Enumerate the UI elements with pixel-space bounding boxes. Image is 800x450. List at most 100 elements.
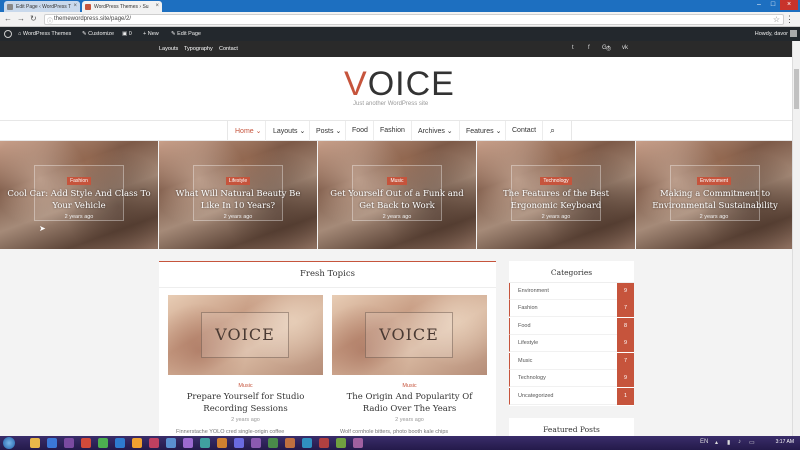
page-info-icon[interactable]: ⓘ <box>47 16 53 25</box>
battery-icon[interactable]: ▭ <box>749 439 755 446</box>
app-icon[interactable] <box>166 438 176 448</box>
category-item-environment[interactable]: Environment 9 <box>509 283 634 300</box>
nav-item-archives[interactable]: Archives ⌄ <box>418 127 453 135</box>
app-icon[interactable] <box>183 438 193 448</box>
category-name[interactable]: Music <box>518 358 532 364</box>
chrome-icon[interactable] <box>98 438 108 448</box>
volume-icon[interactable]: ♪ <box>738 439 741 445</box>
app-icon[interactable] <box>319 438 329 448</box>
url-input[interactable]: ⓘ themewordpress.site/page/2/ ☆ <box>44 14 784 25</box>
post-card[interactable]: VOICE Music Prepare Yourself for Studio … <box>168 295 323 445</box>
slide[interactable]: Technology The Features of the Best Ergo… <box>477 141 635 249</box>
clock[interactable]: 3:17 AM <box>776 439 794 445</box>
page-scrollbar[interactable] <box>792 41 800 436</box>
app-icon[interactable] <box>268 438 278 448</box>
browser-tab-themes[interactable]: WordPress Themes › Su × <box>82 1 162 12</box>
maximize-icon[interactable]: □ <box>766 0 780 10</box>
category-name[interactable]: Lifestyle <box>518 340 538 346</box>
forward-icon[interactable]: → <box>17 14 25 23</box>
category-badge[interactable]: Technology <box>477 177 635 185</box>
admin-site-name[interactable]: ⌂ WordPress Themes <box>18 31 71 37</box>
nav-item-layouts[interactable]: Layouts ⌄ <box>273 127 305 135</box>
nav-item-fashion[interactable]: Fashion <box>380 127 405 134</box>
post-category[interactable]: Music <box>332 383 487 389</box>
back-icon[interactable]: ← <box>4 14 12 23</box>
category-item-fashion[interactable]: Fashion 7 <box>509 300 634 317</box>
post-title[interactable]: Prepare Yourself for Studio Recording Se… <box>172 391 319 415</box>
nav-item-features[interactable]: Features ⌄ <box>466 127 501 135</box>
app-icon[interactable] <box>149 438 159 448</box>
scrollbar-thumb[interactable] <box>794 69 799 109</box>
app-icon[interactable] <box>81 438 91 448</box>
post-category[interactable]: Music <box>168 383 323 389</box>
start-button-icon[interactable] <box>3 437 15 449</box>
post-thumbnail[interactable]: VOICE <box>332 295 487 375</box>
topbar-link-layouts[interactable]: Layouts <box>159 46 178 52</box>
reload-icon[interactable]: ↻ <box>30 14 37 23</box>
app-icon[interactable] <box>251 438 261 448</box>
nav-item-posts[interactable]: Posts ⌄ <box>316 127 341 135</box>
slide-title[interactable]: What Will Natural Beauty Be Like In 10 Y… <box>165 188 311 212</box>
tray-icon[interactable]: ▴ <box>715 439 718 446</box>
post-thumbnail[interactable]: VOICE <box>168 295 323 375</box>
slide-title[interactable]: Making a Commitment to Environmental Sus… <box>642 188 788 212</box>
avatar[interactable] <box>790 30 797 37</box>
wordpress-logo-icon[interactable] <box>4 30 12 38</box>
app-icon[interactable] <box>285 438 295 448</box>
app-icon[interactable] <box>115 438 125 448</box>
category-item-technology[interactable]: Technology 9 <box>509 370 634 387</box>
file-explorer-icon[interactable] <box>30 438 40 448</box>
category-name[interactable]: Technology <box>518 375 546 381</box>
category-item-uncategorized[interactable]: Uncategorized 1 <box>509 388 634 405</box>
app-icon[interactable] <box>64 438 74 448</box>
minimize-icon[interactable]: – <box>752 0 766 10</box>
category-item-food[interactable]: Food 8 <box>509 318 634 335</box>
topbar-link-contact[interactable]: Contact <box>219 46 238 52</box>
nav-item-food[interactable]: Food <box>352 127 368 134</box>
app-icon[interactable] <box>353 438 363 448</box>
app-icon[interactable] <box>234 438 244 448</box>
admin-customize[interactable]: ✎ Customize <box>82 31 114 37</box>
facebook-icon[interactable]: f <box>588 45 590 51</box>
vk-icon[interactable]: vk <box>622 45 628 51</box>
category-item-music[interactable]: Music 7 <box>509 353 634 370</box>
app-icon[interactable] <box>336 438 346 448</box>
browser-menu-icon[interactable]: ⋮ <box>785 14 794 25</box>
post-title[interactable]: The Origin And Popularity Of Radio Over … <box>336 391 483 415</box>
app-icon[interactable] <box>47 438 57 448</box>
admin-new[interactable]: + New <box>143 31 159 37</box>
category-item-lifestyle[interactable]: Lifestyle 9 <box>509 335 634 352</box>
close-tab-icon[interactable]: × <box>155 3 159 9</box>
category-badge[interactable]: Environment <box>636 177 792 185</box>
app-icon[interactable] <box>302 438 312 448</box>
topbar-link-typography[interactable]: Typography <box>184 46 213 52</box>
category-name[interactable]: Food <box>518 323 531 329</box>
category-name[interactable]: Uncategorized <box>518 393 553 399</box>
close-tab-icon[interactable]: × <box>73 3 77 9</box>
post-card[interactable]: VOICE Music The Origin And Popularity Of… <box>332 295 487 445</box>
slide[interactable]: Environment Making a Commitment to Envir… <box>636 141 792 249</box>
slide-title[interactable]: Get Yourself Out of a Funk and Get Back … <box>324 188 470 212</box>
category-badge[interactable]: Music <box>318 177 476 185</box>
app-icon[interactable] <box>200 438 210 448</box>
admin-edit-page[interactable]: ✎ Edit Page <box>171 31 201 37</box>
slide-title[interactable]: The Features of the Best Ergonomic Keybo… <box>483 188 629 212</box>
category-badge[interactable]: Fashion <box>0 177 158 185</box>
language-indicator[interactable]: EN <box>700 439 708 445</box>
admin-howdy[interactable]: Howdy, davor <box>755 31 788 37</box>
bookmark-star-icon[interactable]: ☆ <box>773 15 780 24</box>
app-icon[interactable] <box>132 438 142 448</box>
app-icon[interactable] <box>217 438 227 448</box>
twitter-icon[interactable]: t <box>572 45 574 51</box>
close-window-icon[interactable]: × <box>780 0 798 10</box>
nav-item-home[interactable]: Home ⌄ <box>235 127 261 135</box>
category-name[interactable]: Environment <box>518 288 549 294</box>
browser-tab-edit-page[interactable]: Edit Page ‹ WordPress T × <box>4 1 80 12</box>
nav-item-contact[interactable]: Contact <box>512 127 536 134</box>
slide[interactable]: Fashion Cool Car: Add Style And Class To… <box>0 141 158 249</box>
network-icon[interactable]: ▮ <box>727 439 730 446</box>
slide[interactable]: Lifestyle What Will Natural Beauty Be Li… <box>159 141 317 249</box>
category-badge[interactable]: Lifestyle <box>159 177 317 185</box>
slide[interactable]: Music Get Yourself Out of a Funk and Get… <box>318 141 476 249</box>
instagram-glyph[interactable]: ◎ <box>606 45 611 52</box>
